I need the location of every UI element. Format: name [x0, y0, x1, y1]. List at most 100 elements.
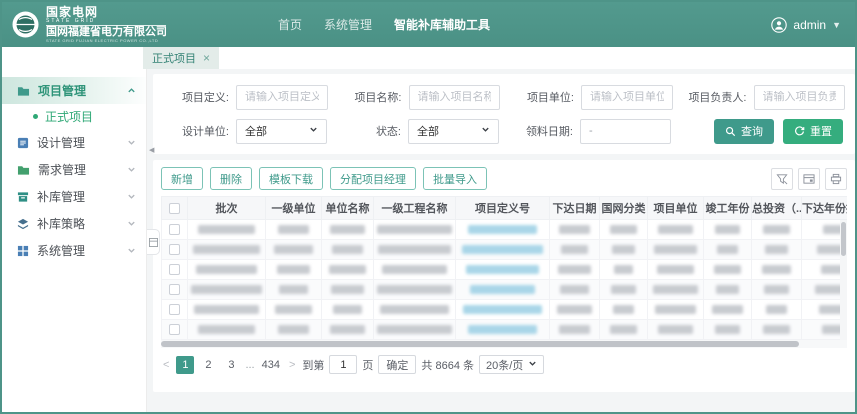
row-checkbox[interactable]: [169, 324, 180, 335]
项目名称-input[interactable]: [418, 91, 492, 103]
redacted-text: [193, 245, 261, 254]
prev-page-button[interactable]: <: [161, 359, 171, 371]
tab-label: 正式项目: [152, 50, 196, 66]
cell: [188, 300, 266, 320]
toolbar-button-模板下载[interactable]: 模板下载: [259, 167, 323, 190]
page-button-2[interactable]: 2: [199, 356, 217, 374]
row-checkbox[interactable]: [169, 264, 180, 275]
row-select-cell: [162, 220, 188, 240]
redacted-link[interactable]: [468, 325, 538, 334]
vertical-scrollbar-thumb[interactable]: [841, 222, 846, 256]
nav-item-3[interactable]: 智能补库辅助工具: [394, 16, 490, 33]
goto-page-input[interactable]: [329, 355, 357, 374]
row-checkbox[interactable]: [169, 304, 180, 315]
reset-button[interactable]: 重置: [783, 119, 843, 144]
cell: [550, 300, 600, 320]
nav-item-2[interactable]: 系统管理: [324, 16, 372, 33]
field-label: 项目名称:: [328, 89, 402, 105]
redacted-text: [559, 325, 590, 334]
项目单位-input[interactable]: [590, 91, 664, 103]
form-field-2-1: 设计单位: 全部: [155, 119, 327, 144]
sidebar-collapse-handle[interactable]: [147, 229, 160, 255]
form-row-2: 设计单位:全部状态:全部领料日期:-查询重置: [155, 119, 845, 144]
page-button-1[interactable]: 1: [176, 356, 194, 374]
horizontal-scrollbar[interactable]: [161, 340, 847, 348]
app-body: 项目管理正式项目设计管理需求管理补库管理补库策略系统管理 ◀ 项目定义:项目名称…: [2, 69, 855, 412]
goto-confirm-button[interactable]: 确定: [378, 355, 416, 374]
redacted-text: [715, 225, 740, 234]
cell: [648, 220, 704, 240]
row-checkbox[interactable]: [169, 284, 180, 295]
row-checkbox[interactable]: [169, 244, 180, 255]
redacted-text: [559, 225, 590, 234]
sidebar-item-4[interactable]: 补库管理: [2, 183, 146, 210]
page-size-select[interactable]: 20条/页: [479, 355, 544, 374]
row-select-cell: [162, 260, 188, 280]
项目定义-input[interactable]: [245, 91, 319, 103]
cell: [752, 320, 802, 340]
状态-select[interactable]: 全部: [408, 119, 499, 144]
sidebar-item-2[interactable]: 设计管理: [2, 129, 146, 156]
toolbar-button-分配项目经理[interactable]: 分配项目经理: [330, 167, 416, 190]
cell: [374, 280, 456, 300]
sidebar-item-6[interactable]: 系统管理: [2, 237, 146, 264]
select-all-checkbox[interactable]: [169, 203, 180, 214]
领料日期-datepicker[interactable]: -: [580, 119, 671, 144]
cell: [752, 220, 802, 240]
strategy-icon: [17, 218, 29, 230]
page-button-3[interactable]: 3: [222, 356, 240, 374]
设计单位-select[interactable]: 全部: [236, 119, 327, 144]
sidebar-item-3[interactable]: 需求管理: [2, 156, 146, 183]
page-button-434[interactable]: 434: [260, 356, 282, 374]
logo-company-en: STATE GRID FUJIAN ELECTRIC POWER CO.,LTD: [46, 39, 167, 43]
cell: [266, 320, 322, 340]
toolbar-button-批量导入[interactable]: 批量导入: [423, 167, 487, 190]
toolbar-button-删除[interactable]: 删除: [210, 167, 252, 190]
next-page-button[interactable]: >: [287, 359, 297, 371]
field-label: 设计单位:: [155, 123, 229, 139]
redacted-link[interactable]: [463, 305, 541, 314]
redacted-text: [194, 305, 259, 314]
chevron-down-icon: [127, 165, 136, 174]
redacted-link[interactable]: [462, 245, 544, 254]
column-header-9: 竣工年份: [704, 197, 752, 220]
column-settings-button[interactable]: [798, 168, 820, 190]
chevron-down-icon: [309, 125, 318, 137]
sidebar-item-5[interactable]: 补库策略: [2, 210, 146, 237]
redacted-link[interactable]: [470, 285, 535, 294]
table-body: [162, 220, 848, 340]
cell: [648, 300, 704, 320]
user-name: admin: [793, 18, 826, 32]
chevron-down-icon: [127, 192, 136, 201]
redacted-text: [558, 265, 591, 274]
cell: [266, 260, 322, 280]
redacted-link[interactable]: [468, 225, 537, 234]
column-header-5: 项目定义号: [456, 197, 550, 220]
form-row-1: 项目定义:项目名称:项目单位:项目负责人:: [155, 85, 845, 110]
print-button[interactable]: [825, 168, 847, 190]
tab-formal-project[interactable]: 正式项目 ×: [143, 47, 219, 69]
项目负责人-input[interactable]: [763, 91, 837, 103]
cell: [600, 320, 648, 340]
table-header-row: 批次一级单位单位名称一级工程名称项目定义号下达日期国网分类项目单位竣工年份总投资…: [162, 197, 848, 220]
nav-item-1[interactable]: 首页: [278, 16, 302, 33]
toolbar-button-新增[interactable]: 新增: [161, 167, 203, 190]
user-menu[interactable]: admin ▼: [771, 2, 841, 47]
query-button[interactable]: 查询: [714, 119, 774, 144]
horizontal-scrollbar-thumb[interactable]: [161, 341, 799, 347]
sidebar-subitem-正式项目[interactable]: 正式项目: [2, 104, 146, 129]
vertical-scrollbar[interactable]: [840, 220, 847, 340]
filter-button[interactable]: [771, 168, 793, 190]
redacted-link[interactable]: [466, 265, 539, 274]
scroll-left-icon[interactable]: ◀: [149, 146, 154, 154]
row-select-cell: [162, 240, 188, 260]
close-icon[interactable]: ×: [203, 51, 210, 65]
cell: [188, 260, 266, 280]
row-checkbox[interactable]: [169, 224, 180, 235]
sidebar-item-1[interactable]: 项目管理: [2, 77, 146, 104]
cell: [550, 240, 600, 260]
cell: [648, 240, 704, 260]
toolbar-icon-group: [771, 168, 847, 190]
select-all-header: [162, 197, 188, 220]
cell: [456, 320, 550, 340]
